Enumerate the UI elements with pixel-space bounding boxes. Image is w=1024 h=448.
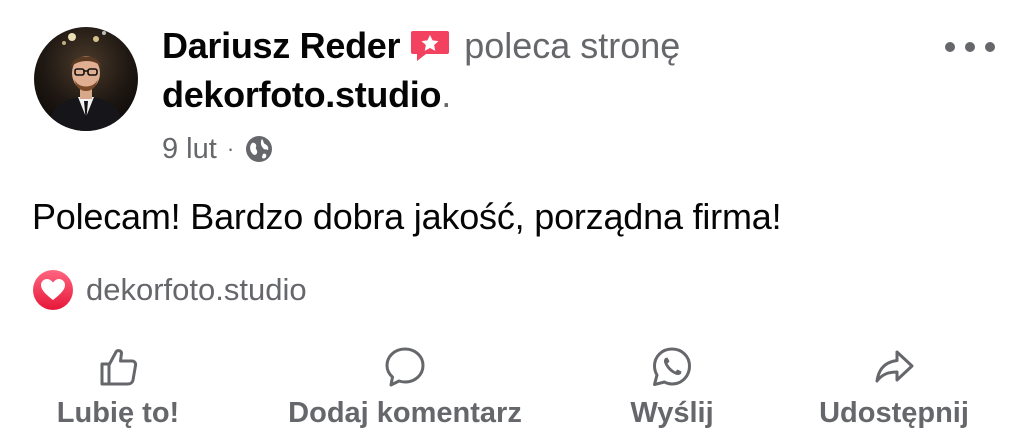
page-name-period: .	[441, 74, 452, 115]
comment-button[interactable]: Dodaj komentarz	[262, 345, 548, 430]
whatsapp-icon	[653, 347, 691, 386]
like-label: Lubię to!	[56, 397, 180, 429]
post-body-text: Polecam! Bardzo dobra jakość, porządna f…	[32, 196, 782, 237]
reaction-names: dekorfoto.studio	[86, 272, 307, 307]
recommend-icon	[410, 29, 450, 63]
send-button[interactable]: Wyślij	[612, 345, 732, 430]
like-button[interactable]: Lubię to!	[38, 345, 198, 430]
love-reaction-icon	[32, 269, 74, 311]
send-label: Wyślij	[630, 397, 714, 429]
share-button[interactable]: Udostępnij	[796, 345, 992, 430]
comment-label: Dodaj komentarz	[288, 397, 522, 429]
post-meta: 9 lut ·	[162, 130, 274, 168]
meta-separator: ·	[226, 136, 235, 161]
like-icon	[100, 349, 138, 386]
recommended-page-name[interactable]: dekorfoto.studio	[162, 74, 441, 116]
action-bar: Lubię to! Dodaj komentarz Wyślij Udostęp…	[0, 345, 1024, 445]
post-date[interactable]: 9 lut	[162, 133, 217, 166]
more-options-icon	[945, 42, 995, 52]
recommend-text: poleca stronę	[464, 25, 681, 66]
globe-icon	[244, 134, 274, 164]
recommended-page-line: dekorfoto.studio .	[162, 71, 451, 119]
author-avatar[interactable]	[34, 27, 138, 131]
share-icon	[875, 350, 914, 383]
reactions-summary[interactable]: dekorfoto.studio	[32, 265, 307, 315]
share-label: Udostępnij	[819, 397, 969, 429]
post-header-line: Dariusz Reder poleca stronę	[162, 22, 680, 70]
comment-icon	[385, 347, 425, 387]
author-name[interactable]: Dariusz Reder	[162, 25, 400, 67]
more-options-button[interactable]	[942, 30, 998, 64]
